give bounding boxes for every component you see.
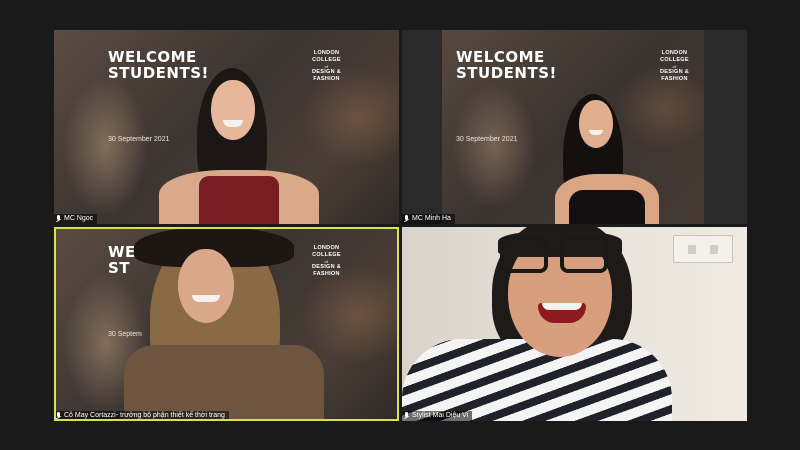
participant-name-label: MC Ngoc [54, 214, 98, 224]
college-logo-line: COLLEGE [660, 57, 689, 63]
participant-name-label: MC Minh Ha [402, 214, 455, 224]
college-logo-line: DESIGN & [660, 69, 689, 75]
welcome-line-1: WELCOME [108, 48, 197, 66]
mic-muted-icon [56, 215, 62, 223]
video-tile-stylist-mai-dieu-vi[interactable]: Stylist Mai Diệu Vi [402, 227, 747, 421]
college-logo-line: LONDON [313, 50, 340, 56]
college-logo: LONDON COLLEGE of DESIGN & FASHION [660, 50, 689, 83]
participant-name-label: Cô May Cortazzi- trưởng bộ phận thiết kế… [54, 411, 229, 421]
welcome-line-1: WELCOME [456, 48, 545, 66]
participant-name: MC Minh Ha [412, 215, 451, 222]
participant-name: MC Ngoc [64, 215, 94, 222]
participant-video [159, 68, 319, 224]
welcome-line-2: STUDENTS! [456, 64, 557, 82]
video-tile-may-cortazzi[interactable]: WE ST 30 Septem LONDON COLLEGE of DESIGN… [54, 227, 399, 421]
participant-video [124, 227, 324, 421]
glasses-icon [500, 237, 608, 275]
participant-video [547, 94, 667, 224]
participant-video [402, 227, 682, 421]
mic-muted-icon [404, 215, 410, 223]
light-switch [673, 235, 733, 263]
participant-name: Cô May Cortazzi- trưởng bộ phận thiết kế… [64, 412, 225, 419]
video-tile-mc-minh-ha[interactable]: WELCOME STUDENTS! 30 September 2021 LOND… [402, 30, 747, 224]
participant-name: Stylist Mai Diệu Vi [412, 412, 469, 419]
college-logo-line: COLLEGE [312, 57, 341, 63]
video-tile-mc-ngoc[interactable]: WELCOME STUDENTS! 30 September 2021 LOND… [54, 30, 399, 224]
participant-name-label: Stylist Mai Diệu Vi [402, 411, 473, 421]
mic-muted-icon [404, 412, 410, 420]
college-logo-line: LONDON [661, 50, 688, 56]
college-logo-line: FASHION [661, 76, 688, 82]
welcome-heading: WELCOME STUDENTS! [456, 49, 557, 81]
mic-muted-icon [56, 412, 62, 420]
event-date: 30 September 2021 [456, 136, 518, 143]
